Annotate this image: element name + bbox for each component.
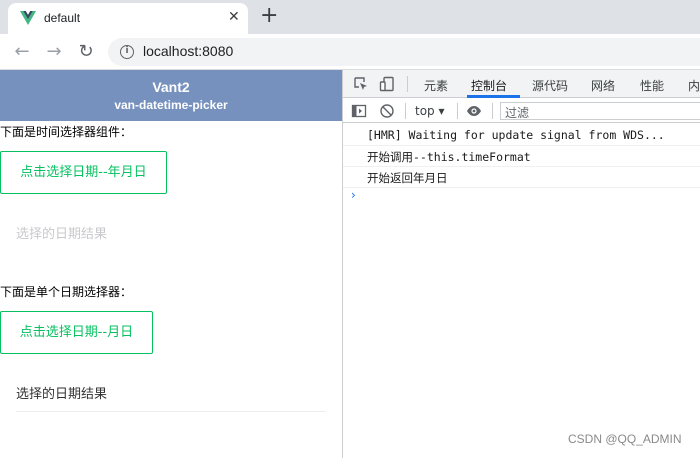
pick-date-ymd-button[interactable]: 点击选择日期--年月日 <box>0 151 167 194</box>
console-prompt-chevron-icon[interactable]: › <box>351 188 356 202</box>
site-info-icon[interactable]: i <box>120 45 134 59</box>
watermark: CSDN @QQ_ADMIN <box>568 432 682 446</box>
eye-icon[interactable] <box>466 103 482 119</box>
reload-icon[interactable]: ↻ <box>74 40 98 64</box>
tab-sources[interactable]: 源代码 <box>532 77 568 94</box>
context-selector[interactable]: top ▾ <box>415 104 445 118</box>
browser-tab-strip: default ✕ + <box>0 0 700 34</box>
inspect-element-icon[interactable] <box>353 76 369 92</box>
active-tab-indicator <box>467 95 520 98</box>
vue-logo-icon <box>20 11 36 25</box>
page-subtitle: van-datetime-picker <box>114 98 228 112</box>
address-bar[interactable]: i localhost:8080 <box>108 38 700 66</box>
tab-title: default <box>44 11 81 25</box>
console-divider-3 <box>492 103 493 119</box>
console-log-text: [HMR] Waiting for update signal from WDS… <box>367 128 665 142</box>
context-value: top <box>415 104 435 118</box>
tab-performance[interactable]: 性能 <box>640 77 664 94</box>
page-header: Vant2 van-datetime-picker <box>0 70 342 121</box>
toolbar-divider <box>407 76 408 92</box>
section-label-single-date: 下面是单个日期选择器： <box>0 285 133 299</box>
console-log-row[interactable]: 开始调用--this.timeFormat <box>343 146 700 167</box>
tab-more[interactable]: 内 <box>688 77 700 94</box>
forward-arrow-icon[interactable]: → <box>42 40 66 64</box>
url-text[interactable]: localhost:8080 <box>143 43 233 59</box>
date-result-1[interactable]: 选择的日期结果 <box>16 223 107 242</box>
clear-console-icon[interactable] <box>379 103 395 119</box>
browser-toolbar: ← → ↻ i localhost:8080 <box>0 34 700 70</box>
console-log-text: 开始返回年月日 <box>367 171 448 185</box>
page-title: Vant2 <box>152 79 190 95</box>
tab-console[interactable]: 控制台 <box>471 77 507 94</box>
pick-date-md-button[interactable]: 点击选择日期--月日 <box>0 311 153 354</box>
console-log-row[interactable]: [HMR] Waiting for update signal from WDS… <box>343 125 700 146</box>
date-result-2[interactable]: 选择的日期结果 <box>16 383 107 402</box>
device-toolbar-icon[interactable] <box>379 76 395 92</box>
sidebar-toggle-icon[interactable] <box>351 103 367 119</box>
web-page: Vant2 van-datetime-picker 下面是时间选择器组件： 点击… <box>0 70 342 458</box>
back-arrow-icon[interactable]: ← <box>10 40 34 64</box>
console-divider-2 <box>457 103 458 119</box>
console-filter-input[interactable]: 过滤 <box>500 102 700 120</box>
console-divider <box>405 103 406 119</box>
console-log-row[interactable]: 开始返回年月日 <box>343 167 700 188</box>
section-label-datetime: 下面是时间选择器组件： <box>0 125 133 139</box>
filter-placeholder: 过滤 <box>505 106 530 120</box>
console-log-text: 开始调用--this.timeFormat <box>367 150 531 164</box>
result-divider <box>16 411 326 412</box>
tab-close-icon[interactable]: ✕ <box>228 9 240 25</box>
devtools-tab-bar: 元素 控制台 源代码 网络 性能 内 <box>343 70 700 98</box>
new-tab-button[interactable]: + <box>260 3 278 29</box>
devtools-panel: 元素 控制台 源代码 网络 性能 内 top ▾ 过滤 [HMR] Waitin… <box>342 70 700 458</box>
tab-network[interactable]: 网络 <box>591 77 615 94</box>
browser-tab[interactable]: default ✕ <box>8 3 248 34</box>
console-toolbar: top ▾ 过滤 <box>343 99 700 123</box>
tab-elements[interactable]: 元素 <box>424 77 448 94</box>
